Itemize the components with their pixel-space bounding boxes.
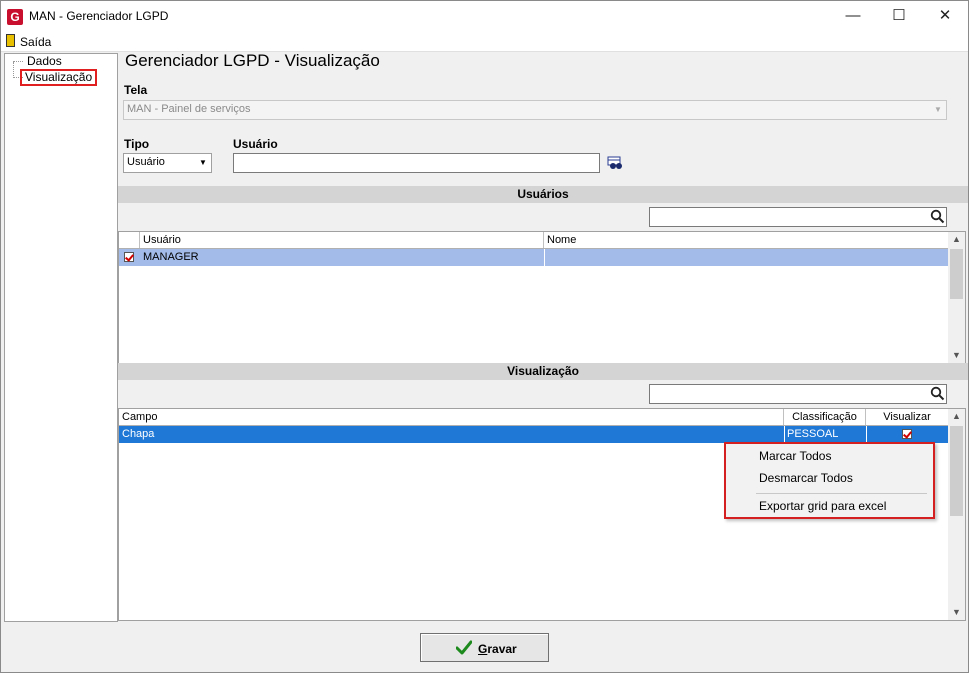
cell-usuario: MANAGER [143,251,199,263]
page-title: Gerenciador LGPD - Visualização [125,51,380,70]
visualizar-checkbox[interactable] [902,429,912,439]
context-item-marcar-todos[interactable]: Marcar Todos [759,449,831,463]
context-menu: Marcar Todos Desmarcar Todos Exportar gr… [724,442,935,519]
context-item-exportar-excel[interactable]: Exportar grid para excel [759,499,886,513]
usuario-label: Usuário [233,137,278,151]
visualizacao-grid-scrollbar[interactable]: ▲ ▼ [948,409,965,620]
cell-visualizar[interactable] [866,426,949,443]
chevron-down-icon: ▼ [934,105,942,114]
close-button[interactable]: ✕ [922,1,968,31]
tela-select[interactable]: MAN - Painel de serviços ▼ [123,100,947,120]
usuarios-grid: Usuário Nome MANAGER ▲ ▼ [118,231,966,364]
save-button-label: Gravar [478,642,517,656]
minimize-button[interactable]: — [830,1,876,31]
cell-campo: Chapa [122,428,155,440]
tipo-value: Usuário [127,156,165,168]
usuarios-grid-header: Usuário Nome [119,232,948,249]
cell-nome [544,249,545,266]
usuario-input[interactable] [233,153,600,173]
row-checkbox[interactable] [124,252,134,262]
save-button[interactable]: Gravar [420,633,549,662]
column-header-campo[interactable]: Campo [119,409,784,425]
scroll-down-icon[interactable]: ▼ [948,605,965,620]
app-logo-icon: G [7,9,23,25]
scroll-up-icon[interactable]: ▲ [948,409,965,424]
usuarios-grid-scrollbar[interactable]: ▲ ▼ [948,232,965,363]
table-row[interactable]: Chapa PESSOAL [119,426,948,443]
visualizacao-grid-header: Campo Classificação Visualizar [119,409,948,426]
search-icon[interactable] [930,386,945,401]
select-column-header [119,232,140,248]
title-bar: G MAN - Gerenciador LGPD — ☐ ✕ [1,1,968,31]
main-window: G MAN - Gerenciador LGPD — ☐ ✕ Saída Dad… [0,0,969,673]
chevron-down-icon: ▼ [199,158,207,167]
table-row[interactable]: MANAGER [119,249,948,266]
exit-door-icon [6,34,15,47]
tela-value: MAN - Painel de serviços [127,103,251,115]
tela-label: Tela [124,83,148,97]
usuarios-section-header: Usuários [118,186,968,203]
maximize-button[interactable]: ☐ [876,1,922,31]
column-header-usuario[interactable]: Usuário [140,232,544,248]
tree-item-visualizacao[interactable]: Visualização [20,69,98,86]
scroll-up-icon[interactable]: ▲ [948,232,965,247]
navigation-tree: Dados Visualização [4,53,118,622]
context-item-desmarcar-todos[interactable]: Desmarcar Todos [759,471,853,485]
column-header-classificacao[interactable]: Classificação [784,409,866,425]
usuarios-search-input[interactable] [649,207,947,227]
scroll-thumb[interactable] [950,249,963,299]
column-header-nome[interactable]: Nome [544,232,948,248]
window-title: MAN - Gerenciador LGPD [29,9,169,23]
context-menu-separator [756,493,927,494]
column-header-visualizar[interactable]: Visualizar [866,409,948,425]
visualizacao-section-header: Visualização [118,363,968,380]
tipo-label: Tipo [124,137,150,151]
menu-bar: Saída [1,31,968,52]
scroll-down-icon[interactable]: ▼ [948,348,965,363]
binoculars-search-icon[interactable] [607,156,624,171]
tree-item-dados[interactable]: Dados [25,55,64,68]
search-icon[interactable] [930,209,945,224]
cell-classificacao: PESSOAL [784,426,866,443]
visualizacao-search-input[interactable] [649,384,947,404]
checkmark-icon [456,640,472,655]
scroll-thumb[interactable] [950,426,963,516]
exit-menu-item[interactable]: Saída [20,35,51,49]
tipo-select[interactable]: Usuário ▼ [123,153,212,173]
